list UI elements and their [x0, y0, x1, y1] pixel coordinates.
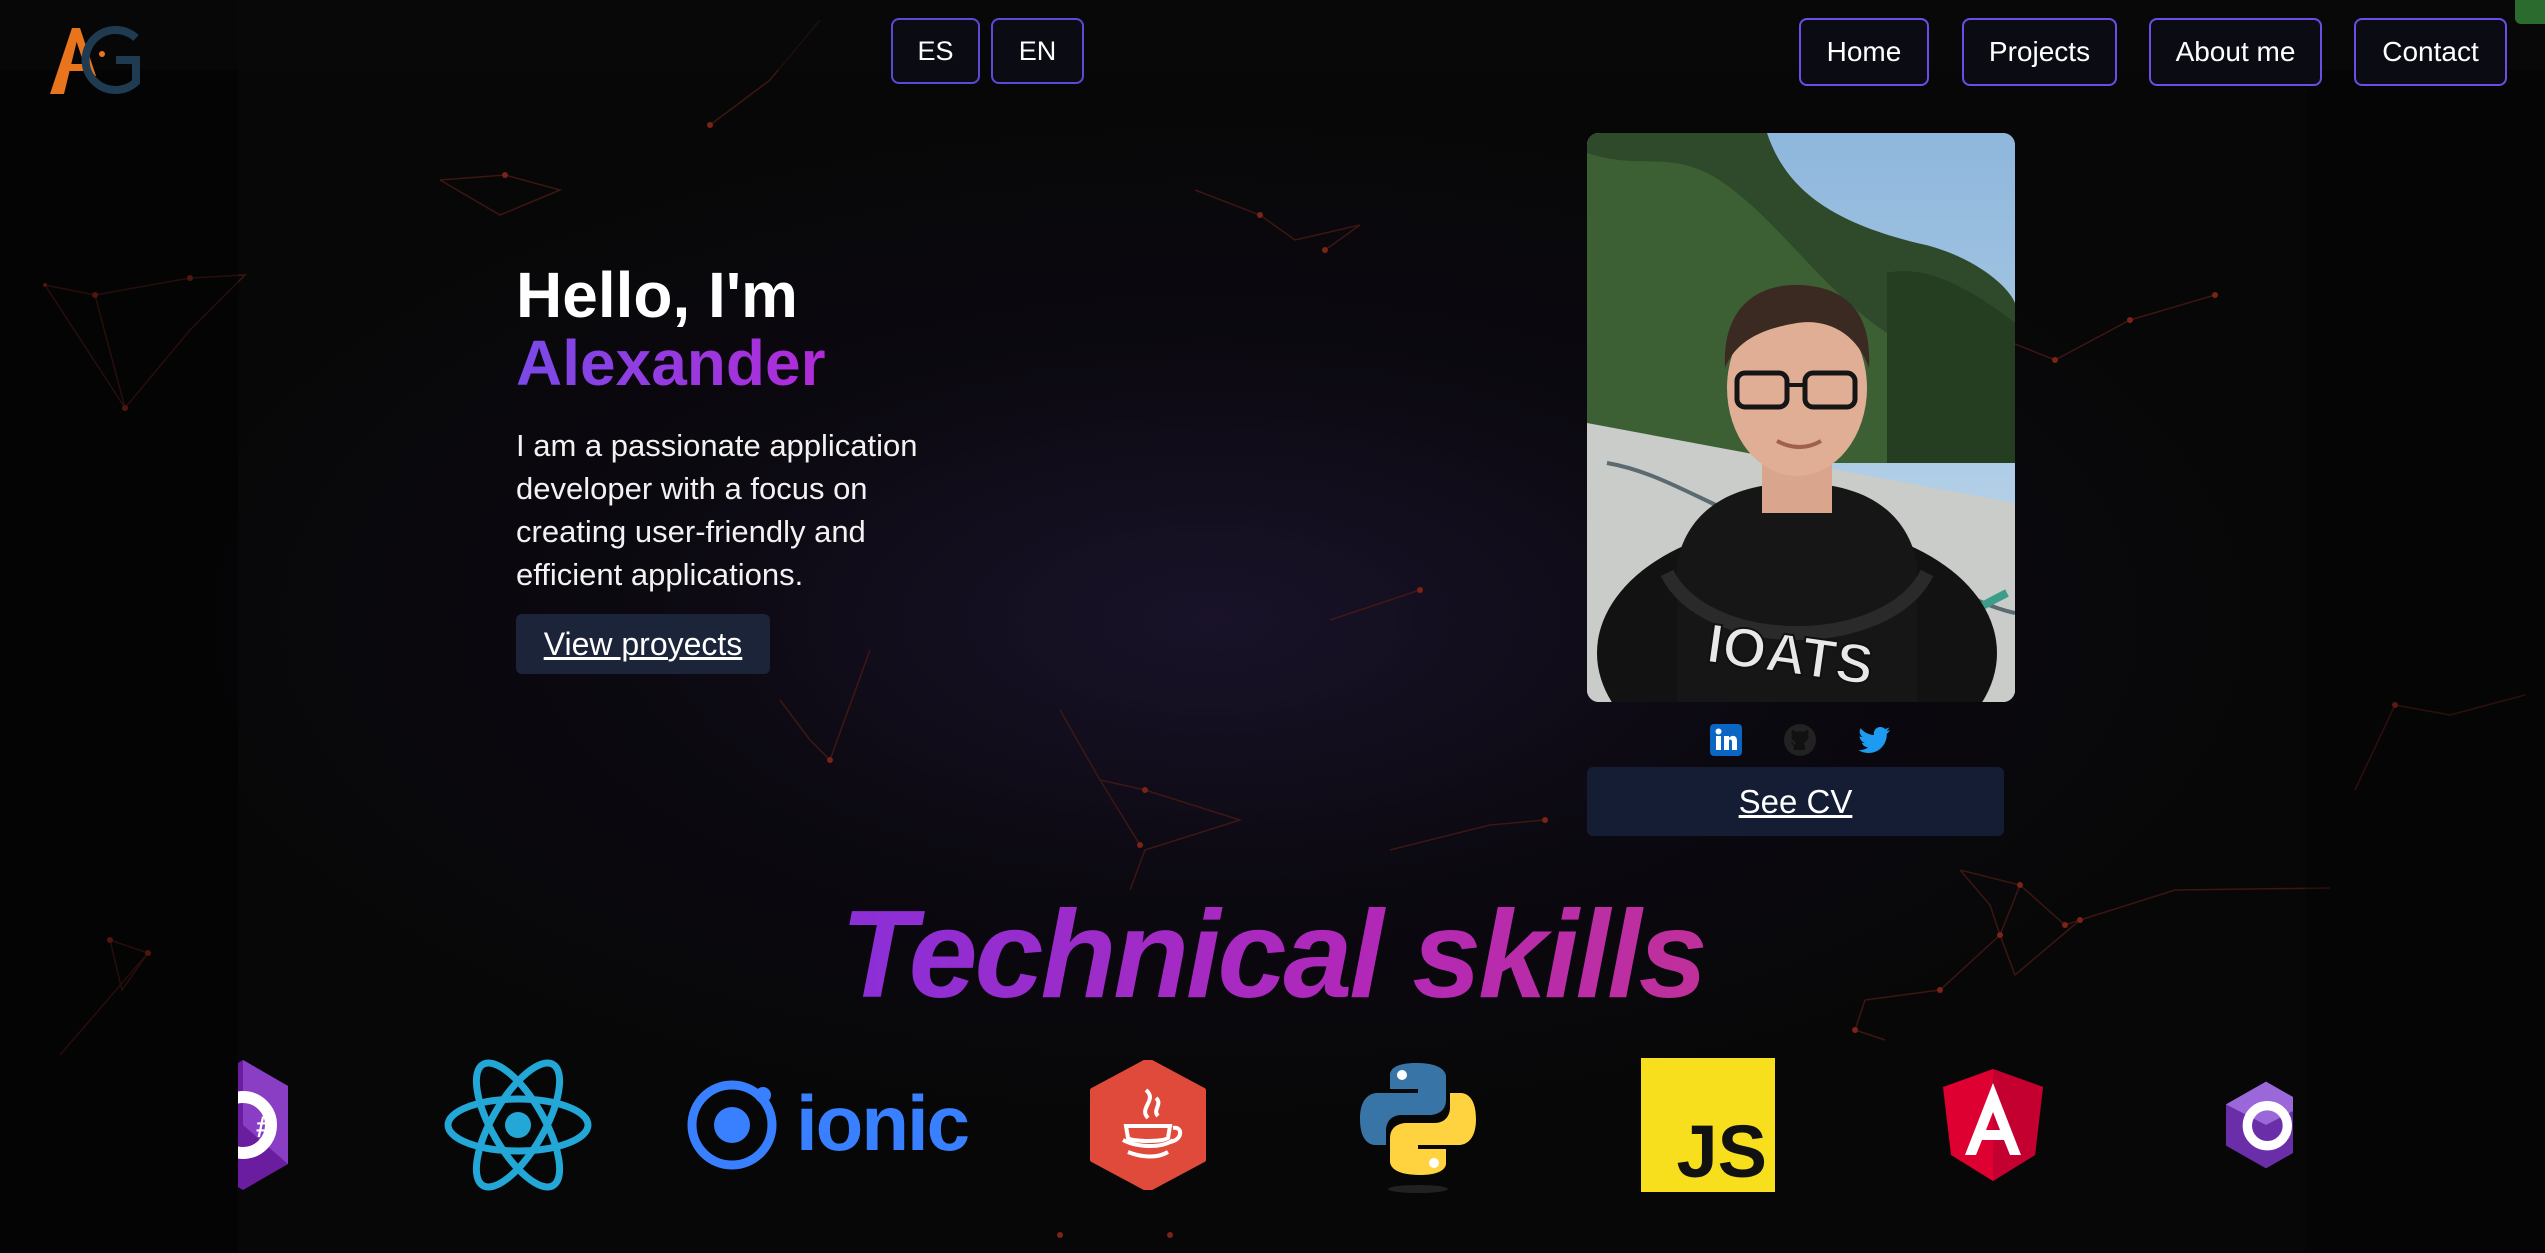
ionic-text: ionic [796, 1079, 970, 1167]
nav-home-button[interactable]: Home [1799, 18, 1929, 86]
javascript-icon: JS [1640, 1050, 1776, 1200]
javascript-text: JS [1676, 1110, 1767, 1193]
hero-description: I am a passionate application developer … [516, 428, 918, 592]
twitter-icon[interactable] [1857, 722, 1893, 758]
language-en-button[interactable]: EN [991, 18, 1084, 84]
hero-name: Alexander [516, 327, 826, 399]
csharp-icon: # [238, 1050, 288, 1200]
hero-greeting: Hello, I'm [516, 259, 798, 331]
language-es-button[interactable]: ES [891, 18, 980, 84]
nav-contact-button[interactable]: Contact [2354, 18, 2507, 86]
github-icon[interactable] [1782, 722, 1818, 758]
nav-projects-button[interactable]: Projects [1962, 18, 2117, 86]
profile-photo: IOATS [1587, 133, 2015, 702]
react-icon [443, 1050, 593, 1200]
portfolio-page: ES EN Home Projects About me Contact Hel… [0, 0, 2545, 1253]
python-icon [1353, 1050, 1483, 1200]
technical-skills-heading-text: Technical skills [840, 886, 1707, 1024]
angular-icon [1938, 1050, 2048, 1200]
java-icon [1078, 1050, 1218, 1200]
ionic-icon: ionic [686, 1050, 970, 1200]
view-projects-button[interactable]: View proyects [516, 614, 770, 674]
technical-skills-heading: Technical skills [0, 880, 2545, 1030]
nav-about-button[interactable]: About me [2149, 18, 2322, 86]
right-side-shade [2305, 0, 2545, 1253]
ag-monogram-logo[interactable] [44, 16, 144, 98]
see-cv-button[interactable]: See CV [1587, 767, 2004, 836]
dotnet-icon [2226, 1050, 2293, 1200]
linkedin-icon[interactable] [1708, 722, 1744, 758]
svg-text:#: # [256, 1111, 273, 1144]
skills-carousel: # ionic JS [238, 1050, 2293, 1200]
left-side-shade [0, 0, 238, 1253]
browser-extension-icon[interactable] [2515, 0, 2545, 24]
